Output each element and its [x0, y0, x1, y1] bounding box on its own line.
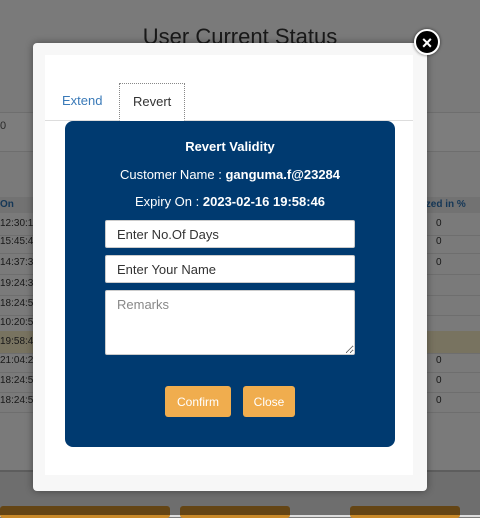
- expiry-label: Expiry On :: [134, 194, 200, 209]
- modal-body: Extend Revert Revert Validity Customer N…: [45, 55, 413, 475]
- tab-revert[interactable]: Revert: [119, 83, 186, 121]
- panel-title: Revert Validity: [185, 139, 275, 154]
- customer-name-line: Customer Name : ganguma.f@23284: [65, 167, 395, 182]
- confirm-button[interactable]: Confirm: [165, 386, 231, 417]
- expiry-value: 2023-02-16 19:58:46: [202, 194, 326, 209]
- close-icon[interactable]: ×: [414, 29, 440, 55]
- tab-extend[interactable]: Extend: [49, 83, 115, 119]
- days-input[interactable]: [105, 220, 355, 248]
- customer-name-label: Customer Name :: [119, 167, 222, 182]
- revert-modal: Extend Revert Revert Validity Customer N…: [33, 43, 427, 491]
- revert-validity-panel: Revert Validity Customer Name : ganguma.…: [65, 121, 395, 447]
- close-button[interactable]: Close: [243, 386, 295, 417]
- name-input[interactable]: [105, 255, 355, 283]
- remarks-textarea[interactable]: [105, 290, 355, 355]
- expiry-line: Expiry On : 2023-02-16 19:58:46: [65, 194, 395, 209]
- tab-bar: Extend Revert: [45, 83, 413, 121]
- customer-name-value: ganguma.f@23284: [225, 167, 341, 182]
